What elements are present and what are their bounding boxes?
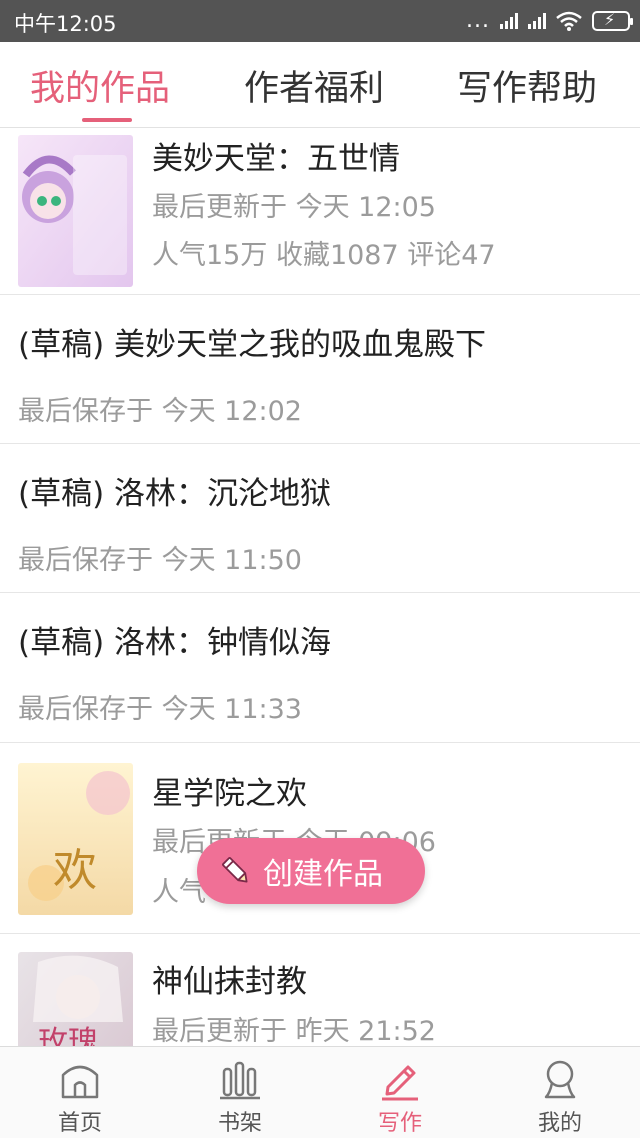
tab-author-benefits[interactable]: 作者福利 — [244, 60, 384, 111]
home-icon — [61, 1065, 99, 1099]
work-title: (草稿) 洛林：钟情似海 — [18, 625, 332, 661]
create-work-button[interactable]: 创建作品 — [197, 838, 425, 904]
work-updated: 最后更新于 今天 12:05 — [152, 192, 436, 223]
bottom-nav: 首页 书架 写作 我的 — [0, 1046, 640, 1138]
bookshelf-icon — [220, 1061, 260, 1100]
work-title: (草稿) 美妙天堂之我的吸血鬼殿下 — [18, 327, 487, 363]
nav-profile[interactable]: 我的 — [480, 1047, 640, 1138]
work-title: 星学院之欢 — [152, 776, 307, 812]
nav-write[interactable]: 写作 — [320, 1047, 480, 1138]
book-cover — [18, 135, 133, 287]
cover-title-text: 玫瑰 — [38, 1025, 98, 1046]
more-dots-icon: ... — [466, 8, 490, 33]
draft-item[interactable]: (草稿) 美妙天堂之我的吸血鬼殿下 最后保存于 今天 12:02 — [0, 295, 640, 444]
book-cover-image: 玫瑰 — [18, 952, 133, 1046]
work-item[interactable]: 玫瑰 神仙抹封教 最后更新于 昨天 21:52 — [0, 934, 640, 1046]
nav-bookshelf-label: 书架 — [217, 1111, 262, 1136]
work-title: (草稿) 洛林：沉沦地狱 — [18, 476, 332, 512]
work-saved: 最后保存于 今天 11:33 — [18, 694, 302, 725]
draft-item[interactable]: (草稿) 洛林：沉沦地狱 最后保存于 今天 11:50 — [0, 444, 640, 593]
tab-my-works[interactable]: 我的作品 — [30, 60, 170, 111]
signal-icon-2 — [528, 13, 546, 29]
wifi-icon — [556, 11, 582, 31]
book-cover: 欢 — [18, 763, 133, 915]
book-cover-image: 欢 — [18, 763, 133, 915]
work-item[interactable]: 美妙天堂：五世情 最后更新于 今天 12:05 人气15万 收藏1087 评论4… — [0, 128, 640, 295]
profile-icon — [544, 1060, 576, 1099]
status-time: 中午12:05 — [14, 12, 117, 36]
work-saved: 最后保存于 今天 11:50 — [18, 545, 302, 576]
work-saved: 最后保存于 今天 12:02 — [18, 396, 302, 427]
signal-icon — [500, 13, 518, 29]
nav-bookshelf[interactable]: 书架 — [160, 1047, 320, 1138]
cover-title-text: 欢 — [53, 845, 97, 896]
book-cover: 玫瑰 — [18, 952, 133, 1046]
tab-writing-help[interactable]: 写作帮助 — [457, 60, 597, 111]
status-icons: ... ⚡ — [466, 8, 633, 34]
create-work-label: 创建作品 — [263, 857, 383, 892]
nav-home-label: 首页 — [57, 1111, 102, 1136]
work-updated: 最后更新于 昨天 21:52 — [152, 1016, 436, 1046]
top-tab-bar: 我的作品 作者福利 写作帮助 — [0, 42, 640, 128]
work-title: 美妙天堂：五世情 — [152, 141, 400, 177]
active-tab-indicator — [82, 118, 132, 122]
pencil-icon — [222, 857, 248, 883]
nav-write-label: 写作 — [377, 1111, 422, 1136]
book-cover-image — [18, 135, 133, 287]
nav-home[interactable]: 首页 — [0, 1047, 160, 1138]
work-stats: 人气15万 收藏1087 评论47 — [152, 240, 496, 271]
nav-profile-label: 我的 — [537, 1111, 582, 1136]
battery-charging-icon: ⚡ — [592, 10, 633, 31]
work-title: 神仙抹封教 — [152, 964, 307, 1000]
status-bar: 中午12:05 ... ⚡ — [0, 0, 640, 42]
pencil-icon — [382, 1065, 418, 1101]
draft-item[interactable]: (草稿) 洛林：钟情似海 最后保存于 今天 11:33 — [0, 593, 640, 743]
works-list: 美妙天堂：五世情 最后更新于 今天 12:05 人气15万 收藏1087 评论4… — [0, 128, 640, 1046]
